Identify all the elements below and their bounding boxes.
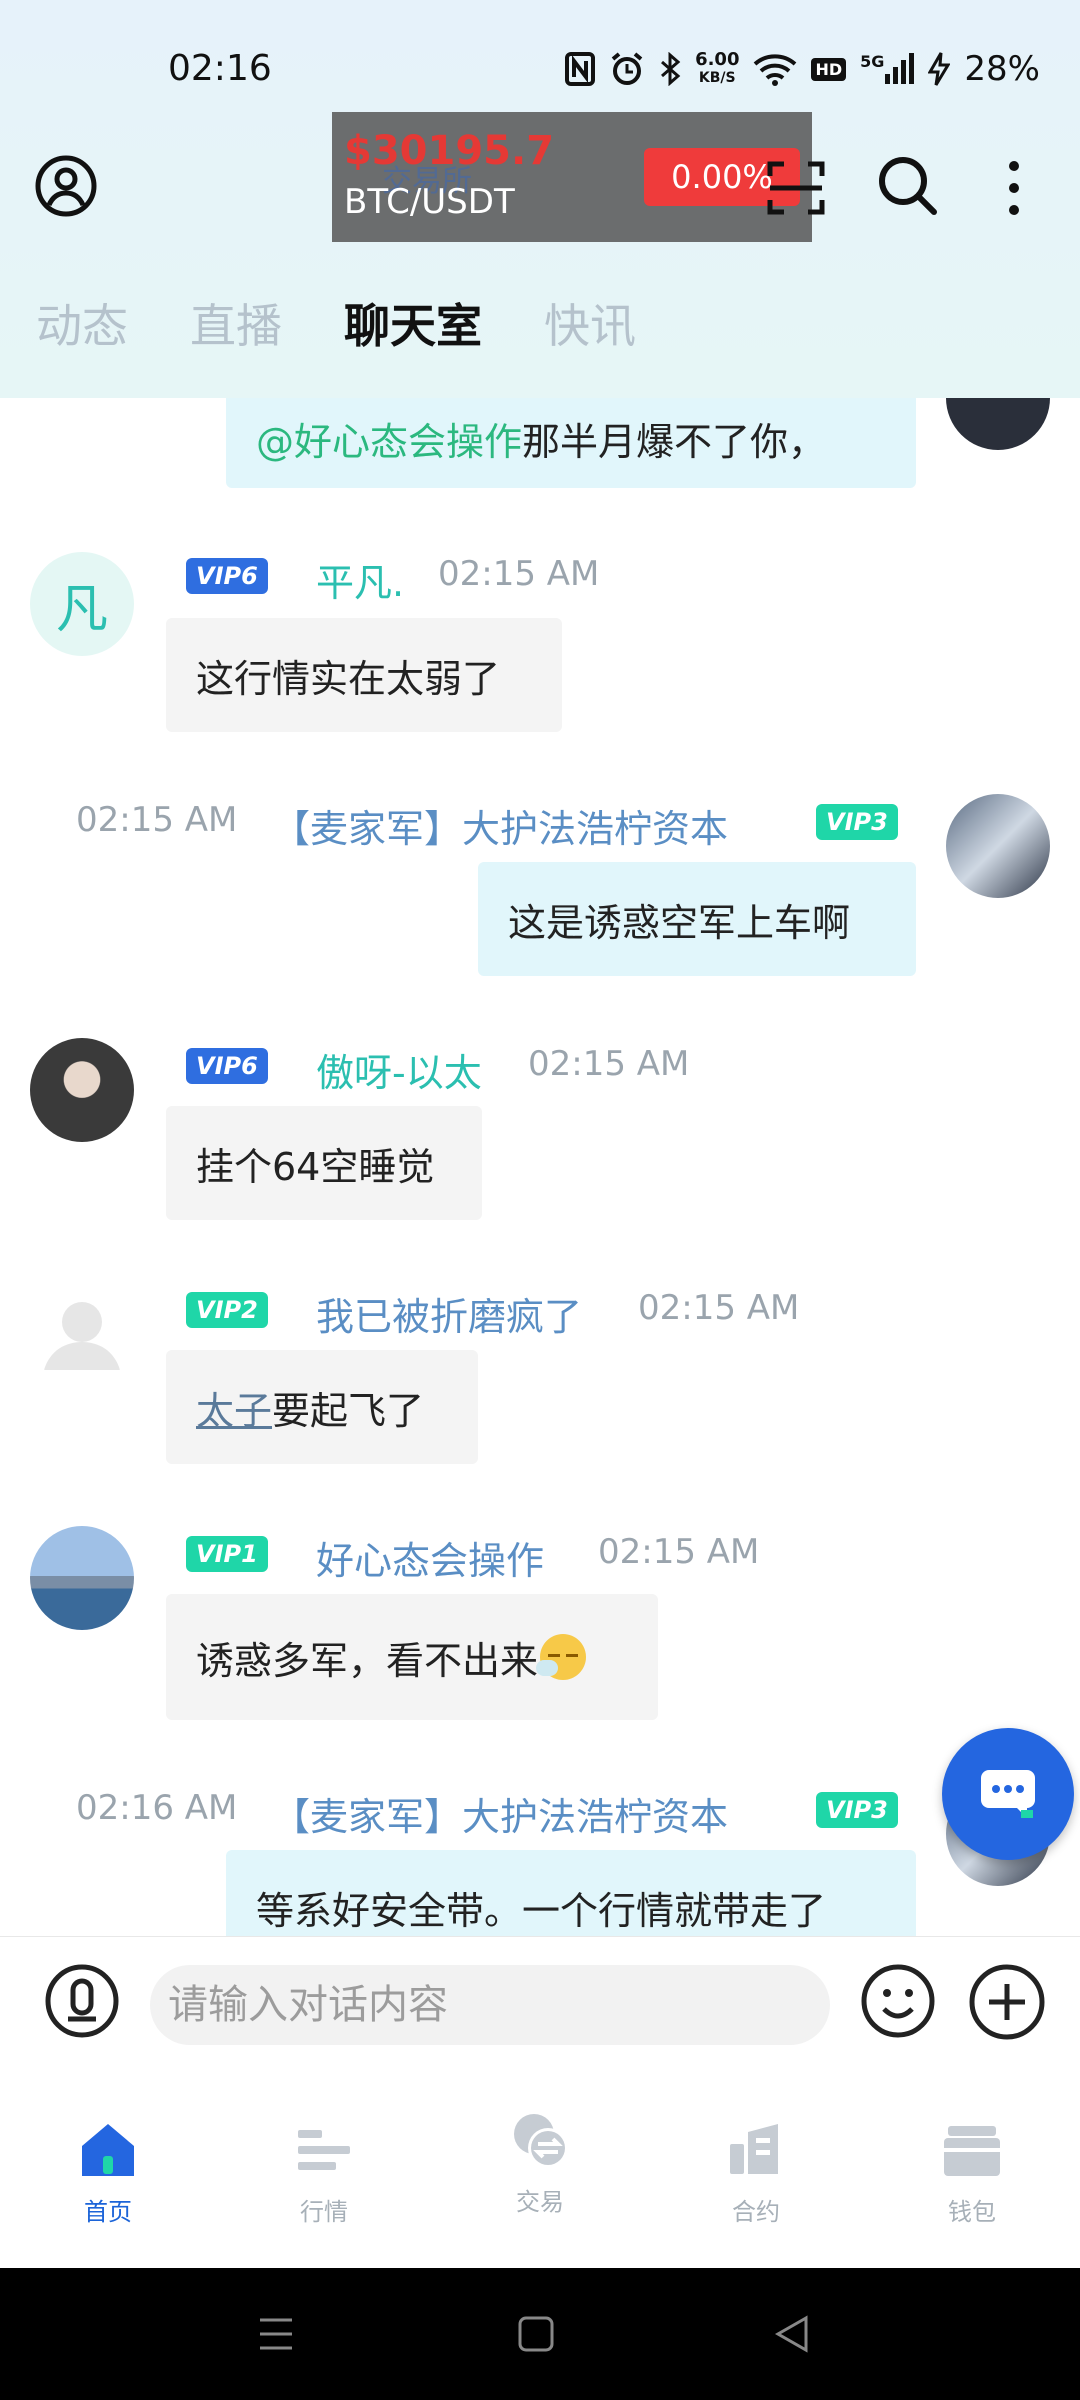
mention-link[interactable]: @好心态会操作 [256, 411, 522, 466]
message-bubble[interactable]: 这行情实在太弱了 [166, 618, 562, 732]
signal-icon: 5G [860, 52, 915, 86]
avatar[interactable] [946, 794, 1050, 898]
message-bubble[interactable]: 这是诱惑空军上车啊 [478, 862, 916, 976]
nav-trade-label: 交易 [516, 2188, 564, 2216]
avatar-initial: 凡 [55, 579, 108, 640]
nav-contract[interactable]: 合约 [648, 2072, 864, 2268]
vip-badge: VIP2 [186, 1292, 268, 1328]
avatar[interactable]: 凡 [30, 552, 134, 656]
mention-link[interactable]: 太子 [196, 1380, 272, 1435]
user-profile-icon[interactable] [34, 154, 98, 218]
content-tabs: 动态 直播 聊天室 快讯 [36, 290, 636, 366]
scan-icon[interactable] [766, 160, 826, 216]
system-navigation-bar [0, 2268, 1080, 2400]
nfc-icon [565, 52, 596, 86]
wallet-icon [944, 2126, 1000, 2176]
avatar[interactable] [30, 1526, 134, 1630]
message-bubble[interactable]: 等系好安全带。一个行情就带走了 [226, 1850, 916, 1936]
vip-badge: VIP3 [816, 804, 898, 840]
tab-chatroom[interactable]: 聊天室 [344, 290, 482, 366]
market-icon [298, 2130, 350, 2170]
chat-message-incoming: VIP2 我已被折磨疯了 02:15 AM 太子 要起飞了 [0, 1282, 1080, 1482]
username[interactable]: 好心态会操作 [316, 1530, 544, 1585]
username[interactable]: 【麦家军】大护法浩柠资本 [272, 798, 728, 853]
default-avatar-icon [44, 1302, 120, 1370]
chat-message-outgoing: @好心态会操作 那半月爆不了你， [0, 398, 1080, 498]
message-bubble[interactable]: 挂个64空睡觉 [166, 1106, 482, 1220]
message-time: 02:15 AM [598, 1532, 760, 1572]
chat-bubble-icon [981, 1770, 1035, 1818]
message-time: 02:15 AM [438, 554, 600, 594]
username[interactable]: 平凡. [316, 552, 404, 607]
trade-icon [514, 2114, 568, 2168]
vip-badge: VIP3 [816, 1792, 898, 1828]
price-ticker[interactable]: 交易所 $30195.7 BTC/USDT 0.00% [332, 112, 812, 242]
home-button-icon[interactable] [516, 2314, 556, 2354]
username[interactable]: 傲呀-以太 [316, 1042, 482, 1097]
alarm-icon [609, 51, 645, 87]
bluetooth-icon [659, 52, 681, 86]
status-icons: 6.00 KB/S HD 5G 28% [565, 44, 1040, 94]
avatar[interactable] [946, 398, 1050, 450]
emoji-icon[interactable] [860, 1963, 936, 2039]
vip-badge: VIP6 [186, 1048, 268, 1084]
ticker-pair: BTC/USDT [344, 182, 515, 222]
nav-home[interactable]: 首页 [0, 2072, 216, 2268]
chat-message-list[interactable]: @好心态会操作 那半月爆不了你， 凡 VIP6 平凡. 02:15 AM 这行情实… [0, 398, 1080, 1936]
status-time: 02:16 [168, 48, 272, 89]
nav-trade[interactable]: 交易 [432, 2072, 648, 2268]
nav-home-label: 首页 [84, 2198, 132, 2226]
chat-message-input[interactable] [150, 1965, 830, 2045]
chat-message-outgoing: 02:15 AM 【麦家军】大护法浩柠资本 VIP3 这是诱惑空军上车啊 [0, 794, 1080, 994]
nav-market-label: 行情 [300, 2198, 348, 2226]
recent-apps-icon[interactable] [256, 2314, 296, 2354]
chat-input-bar [0, 1936, 1080, 2072]
more-menu-icon[interactable] [1000, 158, 1028, 218]
chat-message-incoming: VIP6 傲呀-以太 02:15 AM 挂个64空睡觉 [0, 1038, 1080, 1238]
nav-wallet[interactable]: 钱包 [864, 2072, 1080, 2268]
app-header: 02:16 6.00 KB/S HD 5G 28% 交易所 $30195.7 B… [0, 0, 1080, 398]
message-bubble[interactable]: 诱惑多军，看不出来 [166, 1594, 658, 1720]
chat-message-incoming: 凡 VIP6 平凡. 02:15 AM 这行情实在太弱了 [0, 548, 1080, 748]
nav-wallet-label: 钱包 [948, 2198, 996, 2226]
hd-icon: HD [811, 57, 847, 81]
contract-icon [730, 2124, 778, 2174]
vip-badge: VIP1 [186, 1536, 268, 1572]
charging-icon [928, 52, 951, 86]
message-time: 02:15 AM [76, 800, 238, 840]
message-bubble[interactable]: @好心态会操作 那半月爆不了你， [226, 398, 916, 488]
battery-level: 28% [964, 49, 1040, 89]
chat-fab-button[interactable] [942, 1728, 1074, 1860]
avatar[interactable] [30, 1038, 134, 1142]
bottom-navigation: 首页 行情 交易 合约 钱包 [0, 2072, 1080, 2268]
wifi-icon [753, 52, 797, 86]
search-icon[interactable] [876, 154, 938, 216]
tab-feed[interactable]: 动态 [36, 290, 128, 356]
net-speed: 6.00 KB/S [695, 49, 740, 87]
message-time: 02:16 AM [76, 1788, 238, 1828]
chat-message-incoming: VIP1 好心态会操作 02:15 AM 诱惑多军，看不出来 [0, 1526, 1080, 1736]
sleepy-emoji-icon [536, 1634, 587, 1680]
avatar[interactable] [30, 1282, 134, 1386]
message-time: 02:15 AM [528, 1044, 690, 1084]
message-time: 02:15 AM [638, 1288, 800, 1328]
username[interactable]: 我已被折磨疯了 [316, 1286, 582, 1341]
tab-news[interactable]: 快讯 [544, 290, 636, 356]
chat-message-outgoing: 02:16 AM 【麦家军】大护法浩柠资本 VIP3 等系好安全带。一个行情就带… [0, 1782, 1080, 1936]
vip-badge: VIP6 [186, 558, 268, 594]
username[interactable]: 【麦家军】大护法浩柠资本 [272, 1786, 728, 1841]
home-icon [82, 2124, 134, 2176]
nav-market[interactable]: 行情 [216, 2072, 432, 2268]
tab-live[interactable]: 直播 [190, 290, 282, 356]
back-button-icon[interactable] [772, 2314, 812, 2354]
voice-input-icon[interactable] [44, 1963, 120, 2039]
nav-contract-label: 合约 [732, 2198, 780, 2226]
ticker-price: $30195.7 [344, 128, 555, 174]
message-bubble[interactable]: 太子 要起飞了 [166, 1350, 478, 1464]
add-attachment-icon[interactable] [968, 1963, 1046, 2041]
